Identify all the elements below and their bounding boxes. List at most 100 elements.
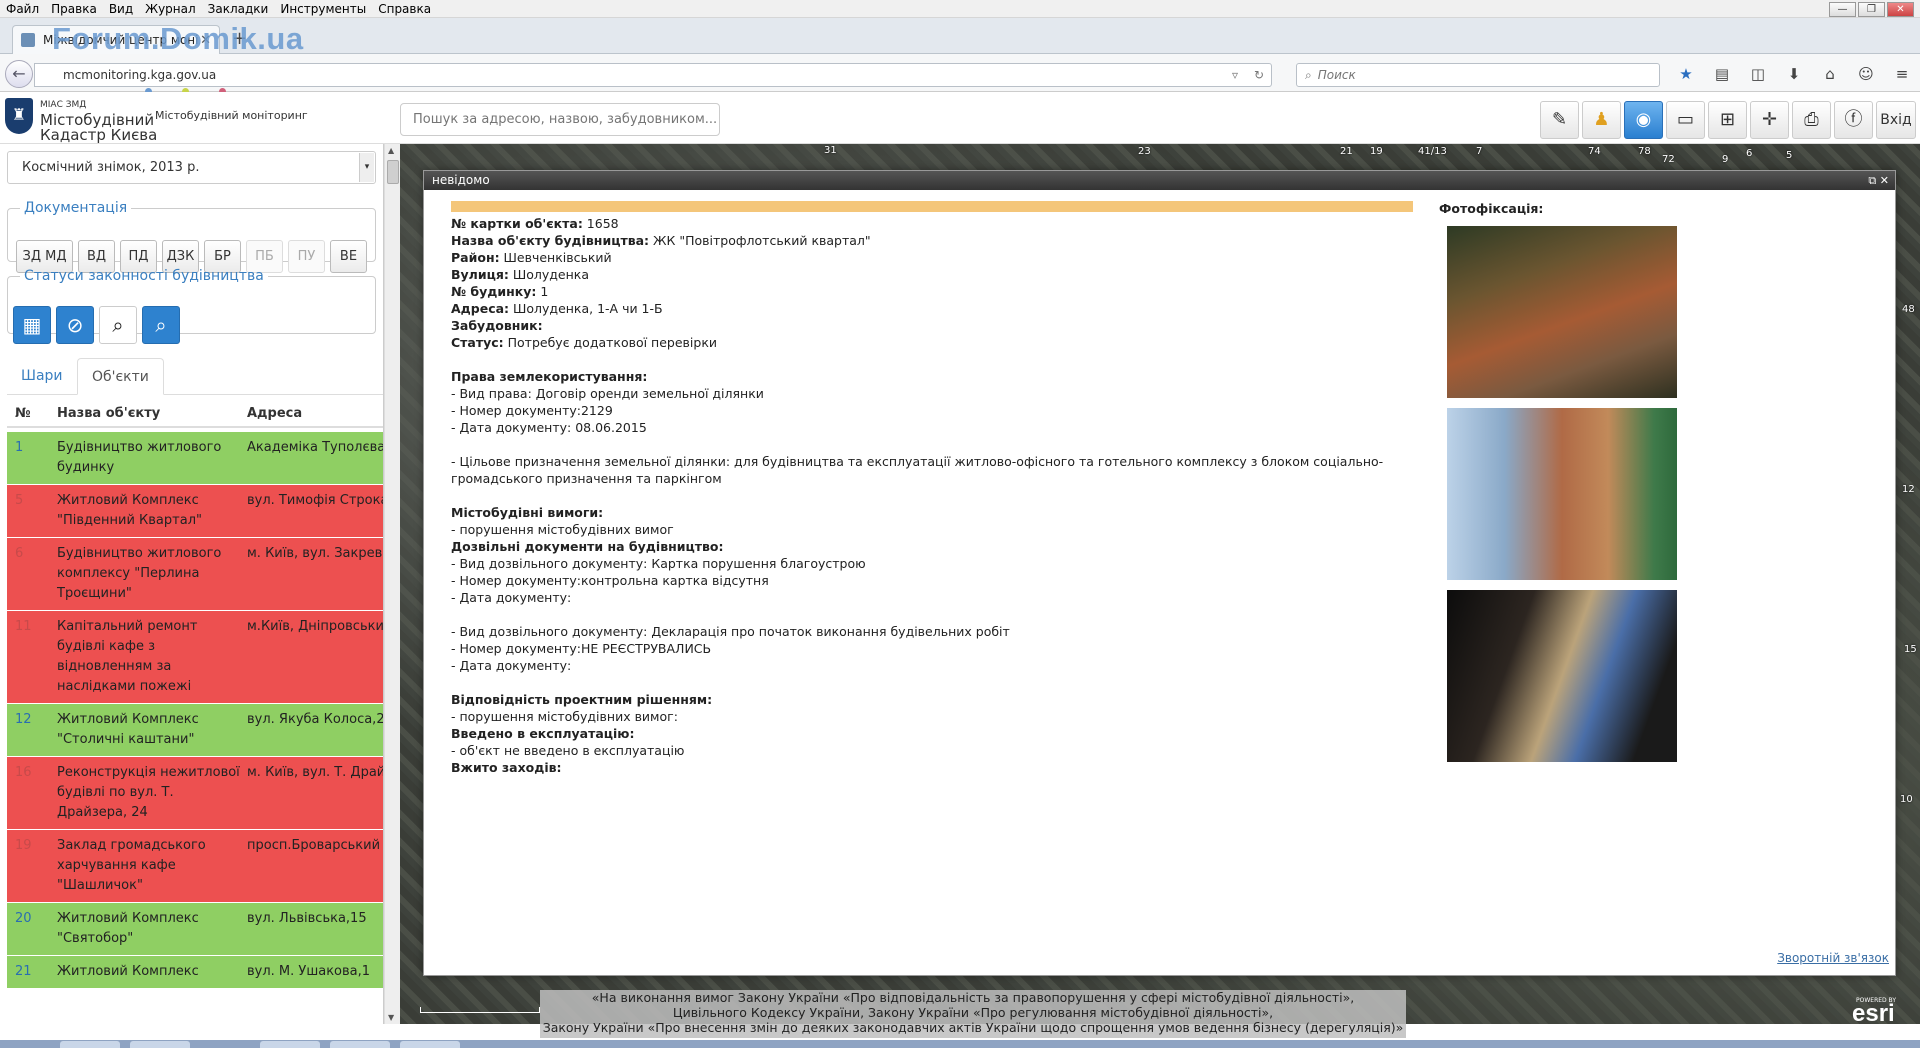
magnifier-icon[interactable]: ⌕ [99,306,137,344]
site-photo[interactable] [1447,408,1677,580]
chevron-down-icon[interactable]: ▾ [359,153,374,182]
detail-line: - Номер документу:2129 [451,402,1401,419]
login-button[interactable]: Вхід [1876,101,1916,139]
magnifier-question-icon[interactable]: ⌕ [142,306,180,344]
row-address: вул. М. Ушакова,1 [247,964,371,979]
detail-line: - Дата документу: [451,657,1401,674]
menu-help[interactable]: Справка [378,2,431,16]
tab-objects[interactable]: Об'єкти [77,358,164,395]
url-bar[interactable]: mcmonitoring.kga.gov.ua ▿ ↻ [34,63,1272,87]
scroll-up-icon[interactable]: ▲ [388,146,394,155]
basemap-select-value: Космічний знімок, 2013 р. [22,160,200,175]
url-dropdown-icon[interactable]: ▿ [1223,68,1247,82]
browser-search-input[interactable] [1317,68,1638,82]
map-label: 78 [1638,146,1651,157]
reading-list-icon[interactable]: ▤ [1706,63,1738,85]
table-row[interactable]: 12 Житловий Комплекс "Столичні каштани" ву… [7,704,384,757]
table-row[interactable]: 19 Заклад громадського харчування кафе "Ш… [7,830,383,903]
app-logo-text[interactable]: МІАС ЗМД Містобудівний Кадастр Києва [40,98,157,143]
bookmark-star-icon[interactable]: ★ [1670,63,1702,85]
documentation-group: Документація ЗД МД ВД ПД ДЗК БР ПБ ПУ ВЕ [7,200,376,273]
column-name[interactable]: Назва об'єкту [57,400,247,426]
detail-line: - Дата документу: 08.06.2015 [451,419,1401,436]
table-row[interactable]: 16 Реконструкція нежитлової будівлі по ву… [7,757,383,830]
favicon-icon [21,33,35,47]
detail-value: - порушення містобудівних вимог: [451,709,678,724]
streetview-pegman-icon[interactable]: ♟ [1582,101,1621,139]
left-panel-scrollbar[interactable]: ▲ ▼ [384,144,400,1024]
kyiv-logo-icon[interactable]: ♜ [5,98,33,134]
menu-history[interactable]: Журнал [145,2,196,16]
menu-file[interactable]: Файл [6,2,39,16]
menu-edit[interactable]: Правка [51,2,97,16]
taskbar-item[interactable] [60,1041,120,1048]
photos-label: Фотофіксація: [1439,201,1544,216]
row-address: вул. Якуба Колоса,2 [247,712,384,727]
close-window-button[interactable]: ✕ [1887,2,1914,17]
esri-logo: esri [1852,1000,1895,1027]
detail-value: Шолуденка, 1-А чи 1-Б [509,301,663,316]
popup-header: невідомо ⧉ ✕ [424,171,1895,190]
detail-line: Статус: Потребує додаткової перевірки [451,334,1401,351]
home-icon[interactable]: ⌂ [1814,63,1846,85]
menu-view[interactable]: Вид [109,2,133,16]
row-name: Капітальний ремонт будівлі кафе з віднов… [57,619,198,694]
detail-value: - об'єкт не введено в експлуатацію [451,743,685,758]
fullscreen-icon[interactable]: ✛ [1750,101,1789,139]
no-building-icon[interactable]: ⊘ [56,306,94,344]
hamburger-menu-icon[interactable]: ≡ [1886,63,1918,85]
minimize-button[interactable]: — [1829,2,1856,17]
detail-label: Вулиця: [451,267,509,282]
basemap-select[interactable]: Космічний знімок, 2013 р. ▾ [7,151,376,184]
taskbar-item[interactable] [260,1041,320,1048]
browser-search-box[interactable]: ⌕ [1296,63,1660,87]
site-photo[interactable] [1447,590,1677,762]
menu-bookmarks[interactable]: Закладки [208,2,269,16]
edit-icon[interactable]: ✎ [1540,101,1579,139]
detail-line: Відповідність проектним рішенням: [451,691,1401,708]
menu-tools[interactable]: Инструменты [280,2,366,16]
scroll-down-icon[interactable]: ▼ [388,1013,394,1022]
footer-line: Цивільного Кодексу України, Закону Украї… [672,1005,1274,1020]
column-address[interactable]: Адреса [247,400,383,426]
table-row[interactable]: 21 Житловий Комплекс вул. М. Ушакова,1 [7,956,383,989]
taskbar-item[interactable] [130,1041,190,1048]
map-search-input[interactable] [400,103,720,136]
photo-section: Фотофіксація: [1424,201,1677,762]
site-photo[interactable] [1447,226,1677,398]
detail-line [451,487,1401,504]
row-number: 16 [15,765,32,780]
print-icon[interactable]: ⎙ [1792,101,1831,139]
tab-layers[interactable]: Шари [7,358,77,395]
taskbar-item[interactable] [330,1041,390,1048]
facebook-icon[interactable]: ⓕ [1834,101,1873,139]
detail-label: Статус: [451,335,504,350]
table-row[interactable]: 20 Житловий Комплекс "Святобор" вул. Львів… [7,903,383,956]
highlight-bar [451,201,1413,212]
pocket-icon[interactable]: ◫ [1742,63,1774,85]
detail-label: № картки об'єкта: [451,216,583,231]
detail-line: - Цільове призначення земельної ділянки:… [451,453,1401,487]
scrollbar-thumb[interactable] [387,160,399,184]
restore-button[interactable]: ❐ [1858,2,1885,17]
map-label: 6 [1746,148,1753,159]
table-row[interactable]: 6 Будівництво житлового комплексу "Перлин… [7,538,383,611]
map-label: 7 [1476,146,1483,157]
table-row[interactable]: 5 Житловий Комплекс "Південний Квартал" ву… [7,485,383,538]
table-row[interactable]: 1 Будівництво житлового будинку Академіка … [7,432,383,485]
download-icon[interactable]: ⬇ [1778,63,1810,85]
back-button[interactable]: ← [5,60,33,88]
compass-icon[interactable]: ◉ [1624,101,1663,139]
taskbar-item[interactable] [400,1041,460,1048]
layers-list-icon[interactable]: ⊞ [1708,101,1747,139]
table-row[interactable]: 11 Капітальний ремонт будівлі кафе з відн… [7,611,383,704]
column-number[interactable]: № [7,400,57,426]
measure-icon[interactable]: ▭ [1666,101,1705,139]
popup-maximize-close-icon[interactable]: ⧉ ✕ [1868,171,1889,190]
reload-icon[interactable]: ↻ [1247,68,1271,82]
detail-line: - Номер документу:НЕ РЕЄСТРУВАЛИСЬ [451,640,1401,657]
monitoring-link[interactable]: Містобудівний моніторинг [155,109,308,122]
chat-icon[interactable]: ☺ [1850,63,1882,85]
feedback-link[interactable]: Зворотній зв'язок [1777,951,1889,965]
building-crane-icon[interactable]: ▦ [13,306,51,344]
